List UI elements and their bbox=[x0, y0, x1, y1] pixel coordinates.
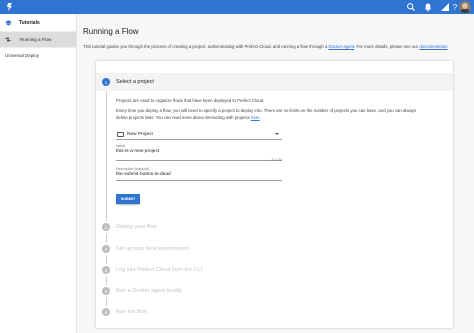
documentation-link[interactable]: documentation bbox=[419, 44, 447, 49]
step-2-header[interactable]: 2 Deploy your flow bbox=[102, 221, 157, 233]
submit-button[interactable]: SUBMIT bbox=[116, 194, 140, 204]
step-label: Deploy your flow bbox=[116, 224, 157, 230]
step-label: Select a project bbox=[116, 79, 154, 85]
project-select-value: New Project bbox=[127, 131, 153, 137]
step-number: 2 bbox=[102, 223, 110, 231]
projects-deploy-text: Every time you deploy a flow, you will n… bbox=[116, 108, 416, 121]
intro-text-middle: . For more details, please see our bbox=[354, 44, 420, 49]
project-name-label: Name bbox=[116, 144, 126, 148]
project-description-field[interactable]: Description (optional) the-submit-button… bbox=[116, 167, 282, 181]
step-label: Run the flow bbox=[116, 309, 147, 315]
step-label: Log into Prefect Cloud from the CLI bbox=[116, 267, 203, 273]
search-icon[interactable] bbox=[406, 2, 416, 12]
prefect-logo-icon[interactable] bbox=[5, 2, 15, 12]
svg-text:?: ? bbox=[453, 3, 458, 12]
school-icon bbox=[5, 19, 12, 25]
chevron-down-icon bbox=[275, 133, 279, 135]
sidebar: Tutorials Running a Flow Universal Deplo… bbox=[0, 14, 77, 333]
step-4-header[interactable]: 4 Log into Prefect Cloud from the CLI bbox=[102, 264, 202, 276]
step-connector bbox=[106, 276, 107, 285]
project-description-label: Description (optional) bbox=[116, 167, 150, 171]
project-name-field[interactable]: Name this-is-a-new-project 21 / 30 bbox=[116, 144, 282, 162]
step-label: Set up your local environment bbox=[116, 246, 189, 252]
sidebar-item-label: Universal Deploy bbox=[5, 53, 40, 58]
step-connector bbox=[106, 234, 107, 243]
step-number: 6 bbox=[102, 308, 110, 316]
flow-icon bbox=[5, 37, 11, 42]
projects-deploy-text-line2: delete projects later. You can read more… bbox=[116, 115, 416, 122]
step-label: Run a Docker agent locally bbox=[116, 288, 182, 294]
step-3-header[interactable]: 3 Set up your local environment bbox=[102, 243, 189, 255]
sidebar-item-running-a-flow[interactable]: Running a Flow bbox=[0, 31, 76, 47]
sidebar-heading: Tutorials bbox=[0, 14, 76, 31]
sidebar-heading-label: Tutorials bbox=[19, 19, 40, 26]
intro-text: This tutorial guides you through the pro… bbox=[83, 44, 468, 49]
intro-text-start: This tutorial guides you through the pro… bbox=[83, 44, 329, 49]
projects-here-link[interactable]: here bbox=[251, 115, 260, 120]
stepper-card: 1 Select a project Projects are used to … bbox=[96, 61, 453, 328]
project-name-input[interactable]: this-is-a-new-project bbox=[116, 149, 282, 154]
project-description-input[interactable]: the-submit-button-is-dead bbox=[116, 172, 282, 177]
top-app-bar: ? bbox=[0, 0, 474, 14]
notifications-icon[interactable] bbox=[423, 2, 433, 12]
step-number: 3 bbox=[102, 245, 110, 253]
main-content: Running a Flow This tutorial guides you … bbox=[77, 14, 474, 333]
step-connector bbox=[106, 91, 107, 221]
projects-deploy-text-line2-start: delete projects later. You can read more… bbox=[116, 114, 251, 120]
step-5-header[interactable]: 5 Run a Docker agent locally bbox=[102, 285, 182, 297]
projects-deploy-text-line2-end: . bbox=[259, 114, 261, 120]
docker-agent-link[interactable]: Docker agent bbox=[329, 44, 355, 49]
sidebar-item-universal-deploy[interactable]: Universal Deploy bbox=[0, 47, 76, 63]
project-select[interactable]: New Project bbox=[116, 129, 282, 140]
folder-icon bbox=[117, 131, 124, 137]
projects-info-text: Projects are used to organize flows that… bbox=[116, 98, 265, 103]
step-6-header[interactable]: 6 Run the flow bbox=[102, 306, 147, 318]
signal-icon bbox=[441, 3, 449, 11]
project-name-counter: 21 / 30 bbox=[271, 158, 282, 162]
avatar[interactable] bbox=[459, 1, 471, 13]
sidebar-item-label: Running a Flow bbox=[20, 37, 52, 42]
intro-text-end: . bbox=[447, 44, 449, 49]
step-connector bbox=[106, 297, 107, 306]
page-title: Running a Flow bbox=[83, 27, 139, 36]
step-connector bbox=[106, 255, 107, 264]
step-number: 5 bbox=[102, 287, 110, 295]
step-1-header[interactable]: 1 Select a project bbox=[102, 76, 154, 88]
step-number: 1 bbox=[102, 78, 110, 86]
step-number: 4 bbox=[102, 266, 110, 274]
